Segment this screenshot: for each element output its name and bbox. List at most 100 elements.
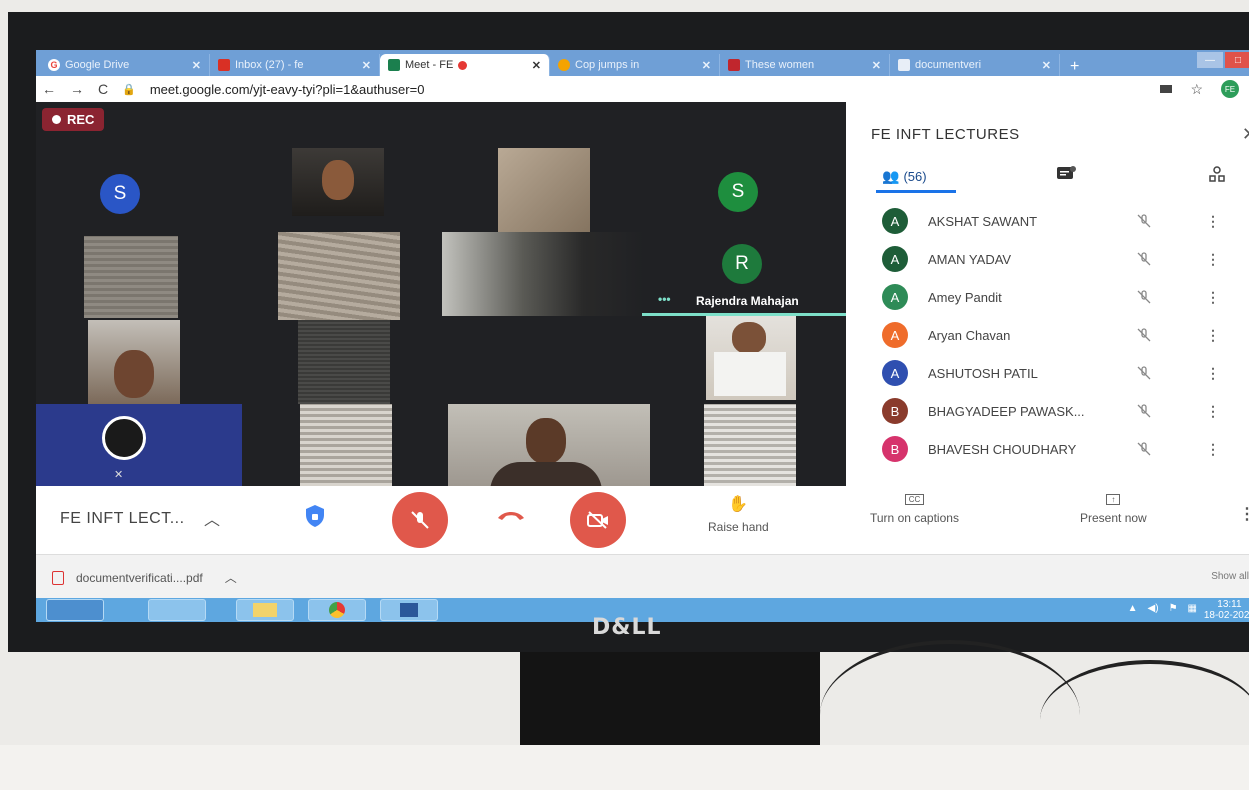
clock[interactable]: 13:11 18-02-2021 — [1204, 599, 1249, 621]
tab-people[interactable]: 👥 (56) — [882, 168, 927, 185]
folder-icon[interactable] — [236, 599, 294, 621]
mic-off-icon[interactable] — [1136, 327, 1152, 343]
tab-toi[interactable]: These women ✕ — [720, 54, 890, 76]
participant-video[interactable] — [292, 148, 384, 216]
activities-icon[interactable] — [1208, 166, 1226, 184]
tab-news[interactable]: Cop jumps in ✕ — [550, 54, 720, 76]
person-face — [114, 350, 154, 398]
forward-icon[interactable]: → — [70, 81, 84, 97]
held-paper — [714, 352, 786, 396]
hang-up-button[interactable] — [496, 508, 526, 522]
more-options-icon[interactable]: ⋮ — [1239, 504, 1249, 524]
participant-video-obs[interactable]: ✕ — [36, 404, 242, 486]
pdf-icon — [52, 570, 64, 585]
download-item[interactable]: documentverificati....pdf ︿ — [52, 569, 237, 586]
camera-toggle-button[interactable] — [570, 492, 626, 548]
mic-off-icon — [411, 511, 429, 529]
word-icon[interactable] — [380, 599, 438, 621]
list-item[interactable]: A AMAN YADAV ⋮ — [846, 240, 1249, 278]
tab-meet[interactable]: Meet - FE ✕ — [380, 54, 550, 76]
list-item[interactable]: A Aryan Chavan ⋮ — [846, 316, 1249, 354]
star-icon[interactable]: ☆ — [1190, 81, 1203, 98]
close-icon[interactable]: ✕ — [192, 59, 201, 72]
present-now-button[interactable]: ↑ Present now — [1080, 494, 1147, 525]
minimize-button[interactable]: — — [1197, 52, 1223, 68]
monitor-bezel: G Google Drive ✕ Inbox (27) - fe ✕ Meet … — [8, 12, 1249, 652]
avatar: A — [882, 360, 908, 386]
mic-off-icon[interactable] — [1136, 289, 1152, 305]
raise-hand-button[interactable]: ✋ Raise hand — [708, 494, 769, 534]
list-item[interactable]: A AKSHAT SAWANT ⋮ — [846, 202, 1249, 240]
more-options-icon[interactable]: ⋮ — [1206, 403, 1220, 420]
participant-video[interactable] — [88, 320, 180, 404]
person-body — [490, 462, 602, 486]
list-item[interactable]: A ASHUTOSH PATIL ⋮ — [846, 354, 1249, 392]
mic-off-icon[interactable] — [1136, 251, 1152, 267]
mic-off-icon[interactable] — [1136, 213, 1152, 229]
participant-video[interactable] — [442, 232, 644, 316]
expand-tray-icon[interactable]: ▲ — [1128, 603, 1138, 614]
reload-icon[interactable]: C — [98, 81, 108, 97]
participant-video[interactable] — [498, 148, 590, 232]
participant-video[interactable] — [298, 320, 390, 404]
speaking-dots-icon: ••• — [658, 292, 671, 306]
more-options-icon[interactable]: ⋮ — [1206, 251, 1220, 268]
rec-label: REC — [67, 112, 95, 127]
dell-logo: D&LL — [592, 615, 662, 640]
participant-video[interactable] — [706, 316, 796, 400]
obs-logo-icon — [102, 416, 146, 460]
toi-icon — [728, 59, 740, 71]
shield-icon[interactable] — [304, 504, 326, 528]
close-icon[interactable]: ✕ — [532, 59, 541, 72]
more-options-icon[interactable]: ⋮ — [1206, 365, 1220, 382]
tab-google-drive[interactable]: G Google Drive ✕ — [40, 54, 210, 76]
mic-off-icon[interactable] — [1136, 403, 1152, 419]
mic-toggle-button[interactable] — [392, 492, 448, 548]
window-controls: — □ — [1197, 52, 1249, 68]
participant-video[interactable] — [300, 404, 392, 486]
chevron-up-icon[interactable]: ︿ — [225, 569, 237, 586]
list-item[interactable]: B BHAGYADEEP PAWASK... ⋮ — [846, 392, 1249, 430]
speaker-name-label: Rajendra Mahajan — [696, 294, 799, 308]
participant-video[interactable] — [448, 404, 650, 486]
system-tray: ▲ ◀) ⚑ ▦ — [1128, 603, 1197, 614]
network-icon[interactable]: ▦ — [1188, 603, 1197, 614]
mic-off-icon[interactable] — [1136, 441, 1152, 457]
download-bar: documentverificati....pdf ︿ Show all — [36, 554, 1249, 598]
terminal-icon[interactable] — [148, 599, 206, 621]
more-options-icon[interactable]: ⋮ — [1206, 327, 1220, 344]
participant-video[interactable] — [84, 236, 178, 318]
close-icon[interactable]: ✕ — [702, 59, 711, 72]
flag-icon[interactable]: ⚑ — [1169, 603, 1178, 614]
tab-document[interactable]: documentveri ✕ — [890, 54, 1060, 76]
chat-icon[interactable] — [1056, 166, 1076, 182]
close-icon[interactable]: ✕ — [1042, 59, 1051, 72]
new-tab-button[interactable]: + — [1060, 58, 1089, 76]
participant-video[interactable] — [704, 404, 796, 486]
chrome-icon[interactable] — [308, 599, 366, 621]
close-icon[interactable]: ✕ — [872, 59, 881, 72]
camera-icon[interactable] — [1160, 85, 1173, 93]
back-icon[interactable]: ← — [42, 81, 56, 97]
url-field[interactable]: meet.google.com/yjt-eavy-tyi?pli=1&authu… — [150, 82, 425, 97]
tab-label: Cop jumps in — [575, 59, 640, 71]
file-manager-icon[interactable] — [46, 599, 104, 621]
close-icon[interactable]: ✕ — [1242, 124, 1249, 145]
participant-video[interactable] — [278, 232, 400, 320]
tab-inbox[interactable]: Inbox (27) - fe ✕ — [210, 54, 380, 76]
more-options-icon[interactable]: ⋮ — [1206, 441, 1220, 458]
more-options-icon[interactable]: ⋮ — [1206, 289, 1220, 306]
list-item[interactable]: A Amey Pandit ⋮ — [846, 278, 1249, 316]
maximize-button[interactable]: □ — [1225, 52, 1249, 68]
news-icon — [558, 59, 570, 71]
more-options-icon[interactable]: ⋮ — [1206, 213, 1220, 230]
volume-icon[interactable]: ◀) — [1148, 603, 1159, 614]
chevron-up-icon[interactable]: ︿ — [204, 506, 220, 530]
mic-off-icon[interactable] — [1136, 365, 1152, 381]
close-icon[interactable]: ✕ — [362, 59, 371, 72]
meeting-name[interactable]: FE INFT LECT... — [60, 510, 185, 528]
show-all-link[interactable]: Show all — [1211, 571, 1249, 582]
captions-button[interactable]: CC Turn on captions — [870, 494, 959, 525]
profile-avatar[interactable]: FE — [1221, 80, 1239, 98]
list-item[interactable]: B BHAVESH CHOUDHARY ⋮ — [846, 430, 1249, 468]
